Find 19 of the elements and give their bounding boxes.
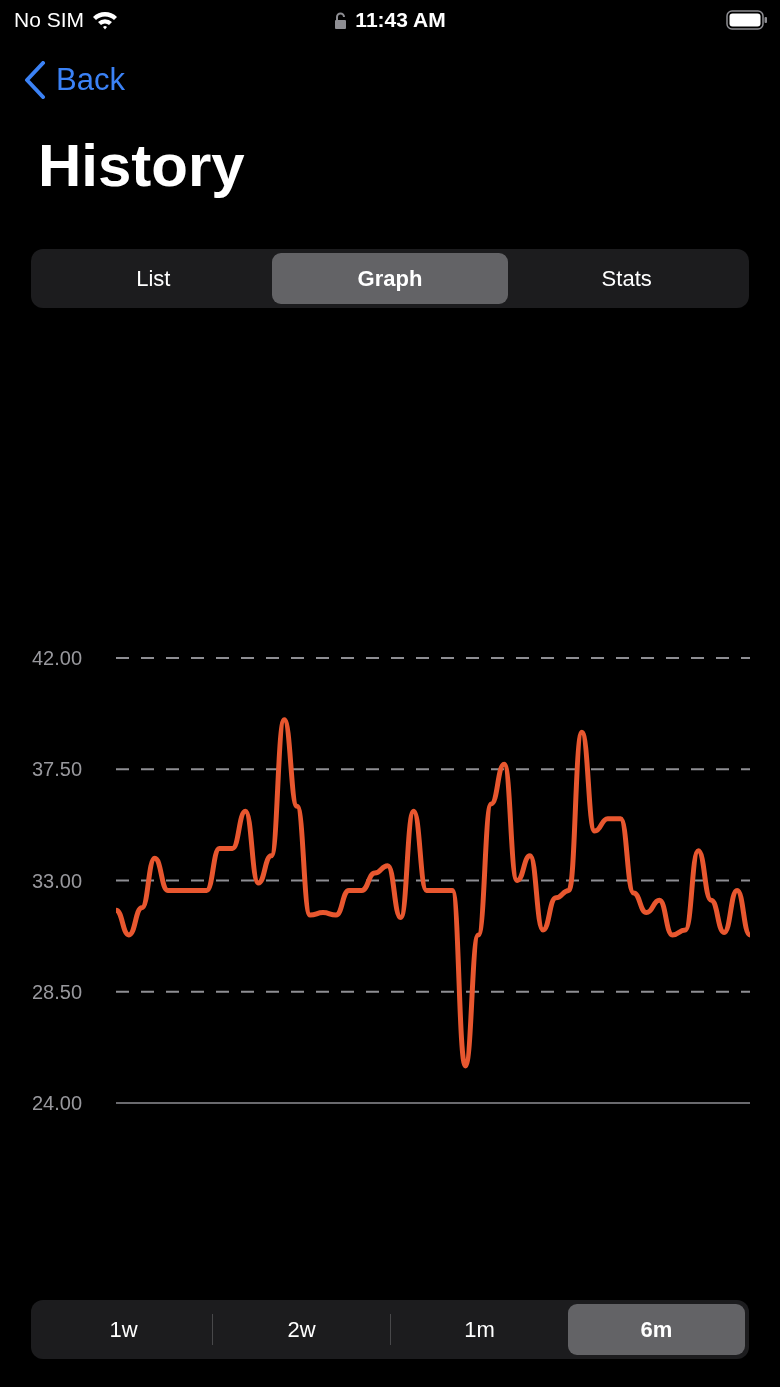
back-button[interactable]: Back — [24, 61, 125, 99]
axis-tick-label: 42.00 — [32, 647, 83, 669]
carrier-label: No SIM — [14, 8, 84, 32]
lock-icon — [334, 11, 348, 29]
battery-icon — [726, 10, 768, 30]
range-tab[interactable]: 2w — [212, 1314, 390, 1345]
axis-tick-label: 37.50 — [32, 758, 83, 781]
view-tab[interactable]: List — [35, 253, 272, 304]
wifi-icon — [92, 10, 118, 30]
range-tab[interactable]: 1w — [35, 1304, 212, 1355]
page-title: History — [37, 131, 246, 201]
view-tab[interactable]: Stats — [508, 253, 745, 304]
axis-tick-label: 28.50 — [32, 980, 83, 1003]
axis-tick-label: 24.00 — [32, 1092, 83, 1114]
range-tab[interactable]: 6m — [568, 1304, 745, 1355]
view-tab[interactable]: Graph — [271, 253, 509, 304]
chevron-icon — [24, 61, 46, 99]
clock-label: 11:43 AM — [355, 8, 446, 32]
axis-tick-label: 33.00 — [32, 869, 83, 892]
